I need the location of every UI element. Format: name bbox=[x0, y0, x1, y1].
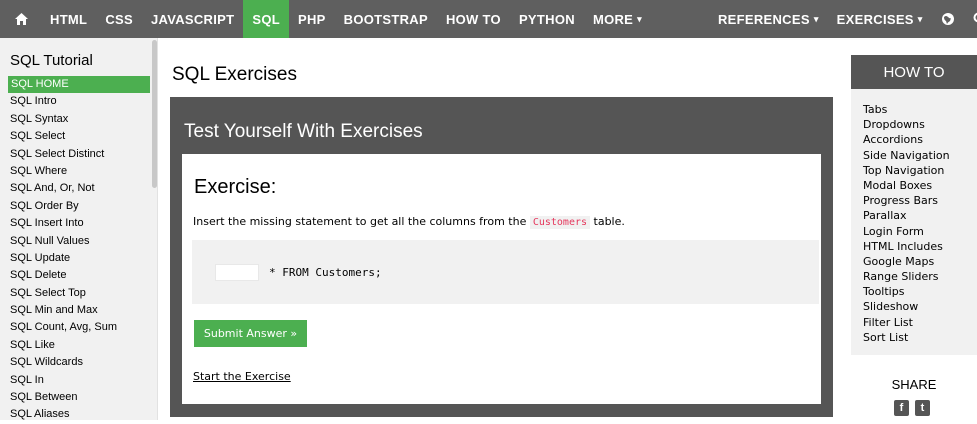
sidebar-scrollbar[interactable] bbox=[152, 40, 157, 188]
howto-item-login-form[interactable]: Login Form bbox=[863, 224, 977, 239]
howto-item-tooltips[interactable]: Tooltips bbox=[863, 284, 977, 299]
sidebar-item-sql-and-or-not[interactable]: SQL And, Or, Not bbox=[0, 180, 150, 197]
sidebar-item-sql-select-distinct[interactable]: SQL Select Distinct bbox=[0, 146, 150, 163]
sidebar-item-sql-order-by[interactable]: SQL Order By bbox=[0, 198, 150, 215]
top-navigation: HTML CSS JAVASCRIPT SQL PHP BOOTSTRAP HO… bbox=[0, 0, 977, 38]
howto-item-filter-list[interactable]: Filter List bbox=[863, 315, 977, 330]
sidebar-item-sql-like[interactable]: SQL Like bbox=[0, 337, 150, 354]
exercise-title: Exercise: bbox=[194, 176, 277, 198]
exercise-panel: Test Yourself With Exercises Exercise: I… bbox=[170, 97, 833, 417]
howto-item-parallax[interactable]: Parallax bbox=[863, 208, 977, 223]
nav-exercises[interactable]: EXERCISES ▾ bbox=[828, 0, 932, 38]
nav-php[interactable]: PHP bbox=[289, 0, 335, 38]
start-exercise-link[interactable]: Start the Exercise bbox=[193, 370, 291, 383]
answer-input[interactable] bbox=[215, 264, 259, 281]
globe-icon[interactable] bbox=[932, 0, 964, 38]
nav-how-to[interactable]: HOW TO bbox=[437, 0, 510, 38]
sidebar-item-sql-insert-into[interactable]: SQL Insert Into bbox=[0, 215, 150, 232]
share-label: SHARE bbox=[891, 377, 937, 392]
sidebar-item-sql-home[interactable]: SQL HOME bbox=[8, 76, 150, 94]
sidebar: SQL Tutorial SQL HOME SQL Intro SQL Synt… bbox=[0, 38, 158, 420]
howto-sidebar: HOW TO Tabs Dropdowns Accordions Side Na… bbox=[851, 55, 977, 355]
howto-item-side-navigation[interactable]: Side Navigation bbox=[863, 148, 977, 163]
howto-item-sort-list[interactable]: Sort List bbox=[863, 330, 977, 345]
page-title: SQL Exercises bbox=[172, 64, 297, 85]
sidebar-item-sql-null-values[interactable]: SQL Null Values bbox=[0, 233, 150, 250]
nav-references[interactable]: REFERENCES ▾ bbox=[709, 0, 828, 38]
sidebar-item-sql-aliases[interactable]: SQL Aliases bbox=[0, 406, 150, 423]
howto-item-html-includes[interactable]: HTML Includes bbox=[863, 239, 977, 254]
howto-list: Tabs Dropdowns Accordions Side Navigatio… bbox=[851, 89, 977, 345]
howto-item-slideshow[interactable]: Slideshow bbox=[863, 299, 977, 314]
code-statement: * FROM Customers; bbox=[269, 266, 382, 279]
nav-more[interactable]: MORE ▾ bbox=[584, 0, 651, 38]
howto-item-top-navigation[interactable]: Top Navigation bbox=[863, 163, 977, 178]
howto-item-dropdowns[interactable]: Dropdowns bbox=[863, 117, 977, 132]
sidebar-item-sql-min-max[interactable]: SQL Min and Max bbox=[0, 302, 150, 319]
howto-item-progress-bars[interactable]: Progress Bars bbox=[863, 193, 977, 208]
howto-item-google-maps[interactable]: Google Maps bbox=[863, 254, 977, 269]
howto-item-range-sliders[interactable]: Range Sliders bbox=[863, 269, 977, 284]
nav-references-label: REFERENCES bbox=[717, 11, 810, 27]
search-icon[interactable] bbox=[964, 0, 977, 38]
desc-text-before: Insert the missing statement to get all … bbox=[193, 215, 530, 228]
home-icon[interactable] bbox=[0, 0, 41, 38]
sidebar-item-sql-intro[interactable]: SQL Intro bbox=[0, 93, 150, 110]
nav-sql[interactable]: SQL bbox=[243, 0, 289, 38]
nav-html[interactable]: HTML bbox=[41, 0, 96, 38]
howto-item-tabs[interactable]: Tabs bbox=[863, 102, 977, 117]
panel-title: Test Yourself With Exercises bbox=[184, 121, 423, 142]
sidebar-item-sql-select-top[interactable]: SQL Select Top bbox=[0, 285, 150, 302]
sidebar-item-sql-in[interactable]: SQL In bbox=[0, 372, 150, 389]
nav-more-label: MORE bbox=[592, 11, 634, 27]
code-box: * FROM Customers; bbox=[192, 240, 819, 304]
sidebar-item-sql-count-avg-sum[interactable]: SQL Count, Avg, Sum bbox=[0, 319, 150, 336]
facebook-icon[interactable]: f bbox=[894, 400, 909, 416]
desc-code-word: Customers bbox=[529, 216, 591, 229]
submit-answer-button[interactable]: Submit Answer » bbox=[194, 320, 307, 347]
chevron-down-icon: ▾ bbox=[637, 13, 642, 24]
sidebar-item-sql-wildcards[interactable]: SQL Wildcards bbox=[0, 354, 150, 371]
sidebar-item-sql-update[interactable]: SQL Update bbox=[0, 250, 150, 267]
sidebar-item-sql-delete[interactable]: SQL Delete bbox=[0, 267, 150, 284]
nav-javascript[interactable]: JAVASCRIPT bbox=[142, 0, 243, 38]
exercise-card: Exercise: Insert the missing statement t… bbox=[182, 154, 821, 404]
nav-python[interactable]: PYTHON bbox=[510, 0, 584, 38]
sidebar-title: SQL Tutorial bbox=[10, 52, 93, 69]
sidebar-item-sql-where[interactable]: SQL Where bbox=[0, 163, 150, 180]
nav-css[interactable]: CSS bbox=[96, 0, 142, 38]
desc-text-after: table. bbox=[590, 215, 625, 228]
howto-title: HOW TO bbox=[851, 55, 977, 89]
social-icons: f t bbox=[894, 400, 930, 416]
twitter-icon[interactable]: t bbox=[915, 400, 930, 416]
nav-bootstrap[interactable]: BOOTSTRAP bbox=[335, 0, 437, 38]
sidebar-item-sql-syntax[interactable]: SQL Syntax bbox=[0, 111, 150, 128]
howto-item-accordions[interactable]: Accordions bbox=[863, 132, 977, 147]
chevron-down-icon: ▾ bbox=[917, 13, 923, 24]
sidebar-item-sql-between[interactable]: SQL Between bbox=[0, 389, 150, 406]
exercise-description: Insert the missing statement to get all … bbox=[193, 215, 625, 229]
chevron-down-icon: ▾ bbox=[813, 13, 819, 24]
sidebar-item-sql-select[interactable]: SQL Select bbox=[0, 128, 150, 145]
howto-item-modal-boxes[interactable]: Modal Boxes bbox=[863, 178, 977, 193]
nav-exercises-label: EXERCISES bbox=[836, 11, 914, 27]
